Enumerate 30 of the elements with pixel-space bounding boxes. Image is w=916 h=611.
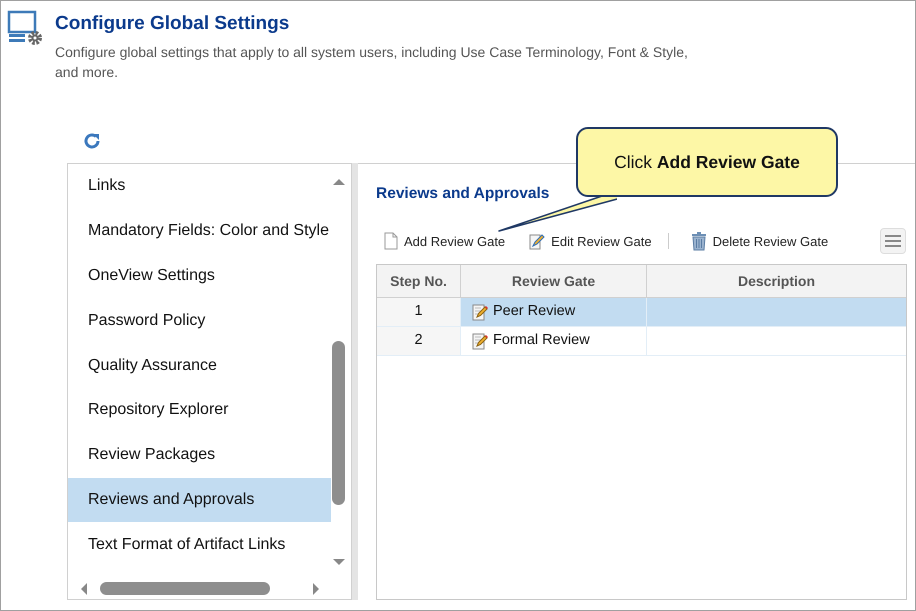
document-icon (384, 232, 398, 250)
monitor-gear-icon (7, 10, 43, 46)
scrollbar-thumb[interactable] (332, 341, 345, 505)
toolbar-button[interactable]: Add Review Gate (376, 232, 514, 251)
trash-icon (690, 231, 707, 252)
scroll-left-icon[interactable] (80, 583, 88, 595)
page-description: Configure global settings that apply to all system users, including Use Case Terminology, Font & Style, and more. (55, 42, 689, 82)
table-cell: 1 (377, 298, 461, 326)
toolbar-button[interactable]: Edit Review Gate (521, 232, 660, 251)
column-header[interactable]: Step No. (377, 265, 461, 298)
panel-title: Reviews and Approvals (376, 184, 550, 204)
edit-icon (472, 332, 488, 350)
page-title: Configure Global Settings (55, 12, 290, 36)
menu-icon (885, 235, 901, 248)
table-row[interactable]: 2 Formal Review (377, 327, 906, 356)
scroll-right-icon[interactable] (312, 583, 320, 595)
column-header[interactable]: Description (647, 265, 906, 298)
table-cell: 2 (377, 327, 461, 356)
horizontal-scrollbar-thumb[interactable] (100, 582, 270, 595)
scroll-down-icon[interactable] (333, 558, 345, 566)
menu-button[interactable] (880, 228, 906, 254)
table-row[interactable]: 1 Peer Review (377, 298, 906, 328)
scroll-up-icon[interactable] (333, 178, 345, 186)
column-header[interactable]: Review Gate (461, 265, 647, 298)
sidebar-item[interactable]: Reviews and Approvals (68, 478, 331, 522)
edit-icon (472, 303, 488, 322)
table-cell: Peer Review (461, 298, 647, 326)
refresh-icon[interactable] (82, 131, 102, 151)
toolbar-button[interactable]: Delete Review Gate (682, 231, 836, 252)
edit-icon (529, 232, 546, 250)
